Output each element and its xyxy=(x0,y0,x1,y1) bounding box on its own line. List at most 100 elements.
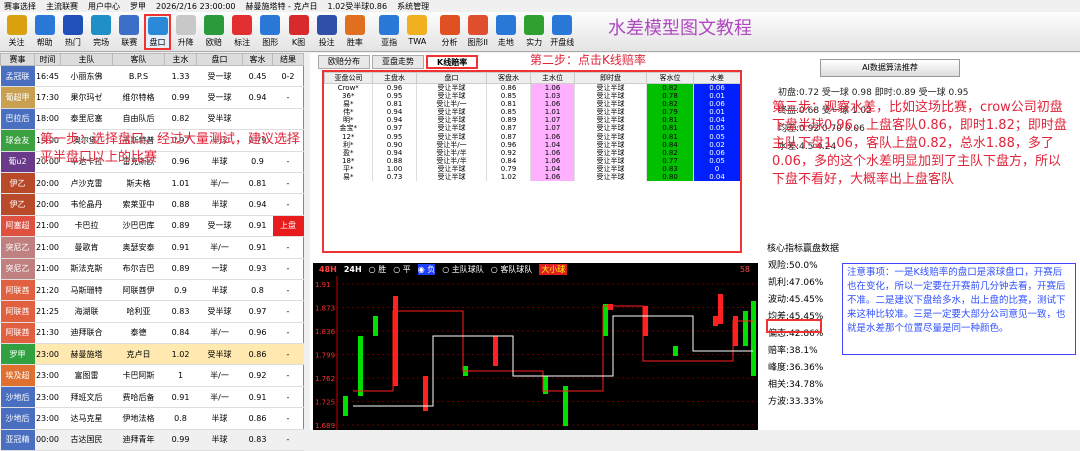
toolbar-button-excel[interactable]: 欧赔 xyxy=(200,14,227,50)
odds-header[interactable]: 亚盘公司 xyxy=(324,72,373,84)
toolbar-button-photo[interactable]: 图形II xyxy=(464,14,491,50)
match-row[interactable]: 阿联酋 21:30 迪拜联合 泰德 0.84 半/一 0.96- xyxy=(0,322,304,345)
odds-cell: 18* xyxy=(324,156,373,165)
column-header[interactable]: 赛事 xyxy=(0,53,35,66)
odds-row[interactable]: 盈* 0.94 受让半/半 0.92 1.06 受让半球 0.82 0.06 xyxy=(324,148,740,157)
column-header[interactable]: 时间 xyxy=(34,53,61,66)
cell-home: 迪拜联合 xyxy=(60,322,113,345)
odds-row[interactable]: 利* 0.90 受让半/一 0.96 1.04 受让半球 0.84 0.02 xyxy=(324,140,740,149)
odds-row[interactable]: 18* 0.88 受让半/半 0.84 1.06 受让半球 0.77 0.05 xyxy=(324,156,740,165)
odds-row[interactable]: 易* 0.81 受让半/一 0.81 1.06 受让半球 0.82 0.06 xyxy=(324,100,740,109)
menu-item[interactable]: 赫曼施塔特 - 克卢日 xyxy=(246,1,318,12)
menu-bar: 赛事选择 主流联赛 用户中心 罗甲 2026/2/16 23:00:00 赫曼施塔特 - … xyxy=(0,0,1080,12)
odds-row[interactable]: 平* 1.00 受让半球 0.79 1.04 受让半球 0.83 0 xyxy=(324,164,740,173)
toolbar-button-chart[interactable]: 胜率 xyxy=(341,14,368,50)
match-row[interactable]: 阿联酋 21:25 海湖联 哈利亚 0.83 受半球 0.97- xyxy=(0,300,304,323)
odds-row[interactable]: 伟* 0.94 受让半球 0.85 1.01 受让半球 0.79 0.01 xyxy=(324,108,740,117)
match-row[interactable]: 埃及超 23:00 富图雷 卡巴阿斯 1 半/一 0.92- xyxy=(0,364,304,387)
match-row[interactable]: 沙地后 23:00 达马克星 伊地法格 0.8 半球 0.86- xyxy=(0,407,304,430)
toolbar-button-k-chart[interactable]: K图 xyxy=(285,14,312,50)
column-header[interactable]: 客队 xyxy=(112,53,165,66)
legend-item[interactable]: 大小球 xyxy=(539,264,568,275)
cell-aw: 0.94 xyxy=(242,193,273,216)
toolbar-button-search[interactable]: 联赛 xyxy=(116,14,143,50)
menu-item[interactable]: 2026/2/16 23:00:00 xyxy=(156,2,236,11)
odds-header[interactable]: 主盘水 xyxy=(372,72,417,84)
toolbar-button-s[interactable]: 开盘线 xyxy=(549,14,576,50)
tab-1[interactable]: 亚盘走势 xyxy=(372,55,424,69)
cell-hw: 1.01 xyxy=(164,172,197,195)
match-row[interactable]: 葡超甲 17:30 果尔玛ゼ 维尔特格 0.99 受一球 0.94- xyxy=(0,86,304,109)
match-row[interactable]: 孟冠联 16:45 小丽东佛 B.P.S 1.33 受一球 0.45 0-2 xyxy=(0,65,304,88)
menu-item[interactable]: 罗甲 xyxy=(130,1,146,12)
legend-item[interactable]: ○ 胜 xyxy=(369,264,387,275)
updown-icon xyxy=(175,15,196,35)
odds-header[interactable]: 即时盘 xyxy=(574,72,647,84)
column-header[interactable]: 主队 xyxy=(60,53,113,66)
toolbar-button-image[interactable]: 图形 xyxy=(257,14,284,50)
menu-item[interactable]: 赛事选择 xyxy=(4,1,36,12)
toolbar: 关注 帮助 热门 完场 联赛 盘口 升降 欧赔 标注 图形 K图 投注 胜率 亚指 TWA 分析 图形II 走地 实… xyxy=(0,12,1080,52)
toolbar-button-globe[interactable]: 完场 xyxy=(88,14,115,50)
cell-away: 布尔吉巴 xyxy=(112,258,165,280)
chart-tab[interactable]: 48H xyxy=(319,265,337,274)
candle xyxy=(358,336,363,396)
match-row[interactable]: 沙地后 23:00 拜班文后 费哈后备 0.91 半/一 0.91- xyxy=(0,386,304,409)
legend-item[interactable]: ○ 客队球队 xyxy=(491,264,533,275)
toolbar-button-edit[interactable]: 投注 xyxy=(313,14,340,50)
help-icon xyxy=(34,15,55,35)
toolbar-button-pie[interactable]: 亚指 xyxy=(376,14,403,50)
odds-header[interactable]: 水差 xyxy=(693,72,740,84)
match-row[interactable]: 罗甲 23:00 赫曼施塔 克卢日 1.02 受半球 0.86- xyxy=(0,343,304,366)
odds-header[interactable]: 主水位 xyxy=(530,72,575,84)
column-header[interactable]: 结果 xyxy=(272,53,304,66)
menu-item[interactable]: 主流联赛 xyxy=(46,1,78,12)
ai-recommend-button[interactable]: AI数据算法推荐 xyxy=(820,59,960,77)
league-badge: 沙地后 xyxy=(0,407,35,430)
match-row[interactable]: 伊乙 20:00 卢沙克雷 斯夫格 1.01 半/一 0.81- xyxy=(0,172,304,195)
toolbar-button-hot[interactable]: 热门 xyxy=(59,14,86,50)
match-row[interactable]: 阿联酋 21:20 马斯珊特 阿联酋伊 0.9 半球 0.8- xyxy=(0,279,304,302)
s-icon xyxy=(552,15,573,35)
match-row[interactable]: 亚冠精 00:00 古达国民 迪拜青年 0.99 半球 0.83- xyxy=(0,429,304,451)
odds-row[interactable]: Crow* 0.96 受让半球 0.86 1.06 受让半球 0.82 0.06 xyxy=(324,83,740,92)
menu-item[interactable]: 系统管理 xyxy=(397,1,429,12)
match-row[interactable]: 巴拉后 18:00 泰里尼塞 自由队后 0.82 受半球 xyxy=(0,108,304,131)
match-row[interactable]: 突尼乙 21:00 斯法克斯 布尔吉巴 0.89 一球 0.93- xyxy=(0,258,304,280)
match-row[interactable]: 阿塞超 21:00 卡巴拉 沙巴巴库 0.89 受一球 0.91 上盘 xyxy=(0,215,304,238)
odds-row[interactable]: 12* 0.95 受让半球 0.87 1.06 受让半球 0.81 0.05 xyxy=(324,132,740,141)
toolbar-button-search-plus[interactable]: 盘口 xyxy=(144,14,171,50)
column-header[interactable]: 主水 xyxy=(164,53,197,66)
odds-header[interactable]: 客盘水 xyxy=(486,72,531,84)
cell-away: 索莱亚中 xyxy=(112,193,165,216)
toolbar-button-tools[interactable]: 走地 xyxy=(492,14,519,50)
odds-row[interactable]: 金宝* 0.97 受让半球 0.87 1.07 受让半球 0.81 0.05 xyxy=(324,124,740,133)
toolbar-label: 开盘线 xyxy=(550,38,575,47)
toolbar-button-trophy[interactable]: 关注 xyxy=(3,14,30,50)
cell-time: 00:00 xyxy=(34,429,61,451)
chart-tab[interactable]: 24H xyxy=(344,265,362,274)
toolbar-button-analysis[interactable]: 分析 xyxy=(436,14,463,50)
legend-item[interactable]: ◉ 负 xyxy=(417,264,436,275)
tab-2[interactable]: K线赔率 xyxy=(426,55,479,69)
tab-0[interactable]: 欧赔分布 xyxy=(318,55,370,69)
match-row[interactable]: 突尼乙 21:00 曼歌肯 奥瑟安泰 0.91 半/一 0.91- xyxy=(0,236,304,259)
odds-header[interactable]: 盘口 xyxy=(416,72,487,84)
league-badge: 巴拉后 xyxy=(0,108,35,131)
column-header[interactable]: 盘口 xyxy=(196,53,243,66)
odds-row[interactable]: 明* 0.94 受让半球 0.89 1.07 受让半球 0.81 0.04 xyxy=(324,116,740,125)
odds-header[interactable]: 客水位 xyxy=(646,72,694,84)
match-row[interactable]: 伊乙 20:00 韦伦晶丹 索莱亚中 0.88 半球 0.94- xyxy=(0,193,304,216)
toolbar-button-twa[interactable]: TWA xyxy=(404,14,431,50)
legend-item[interactable]: ○ 平 xyxy=(393,264,411,275)
odds-row[interactable]: 36* 0.95 受让半球 0.85 1.03 受让半球 0.78 0.01 xyxy=(324,92,740,101)
odds-row[interactable]: 易* 0.73 受让半球 1.02 1.06 受让半球 0.80 0.04 xyxy=(324,172,740,182)
toolbar-button-heart[interactable]: 标注 xyxy=(229,14,256,50)
toolbar-button-power[interactable]: 实力 xyxy=(521,14,548,50)
menu-item[interactable]: 1.02受半球0.86 xyxy=(327,1,387,12)
column-header[interactable]: 客水 xyxy=(242,53,273,66)
toolbar-button-updown[interactable]: 升降 xyxy=(172,14,199,50)
menu-item[interactable]: 用户中心 xyxy=(88,1,120,12)
toolbar-button-help[interactable]: 帮助 xyxy=(31,14,58,50)
legend-item[interactable]: ○ 主队球队 xyxy=(442,264,484,275)
